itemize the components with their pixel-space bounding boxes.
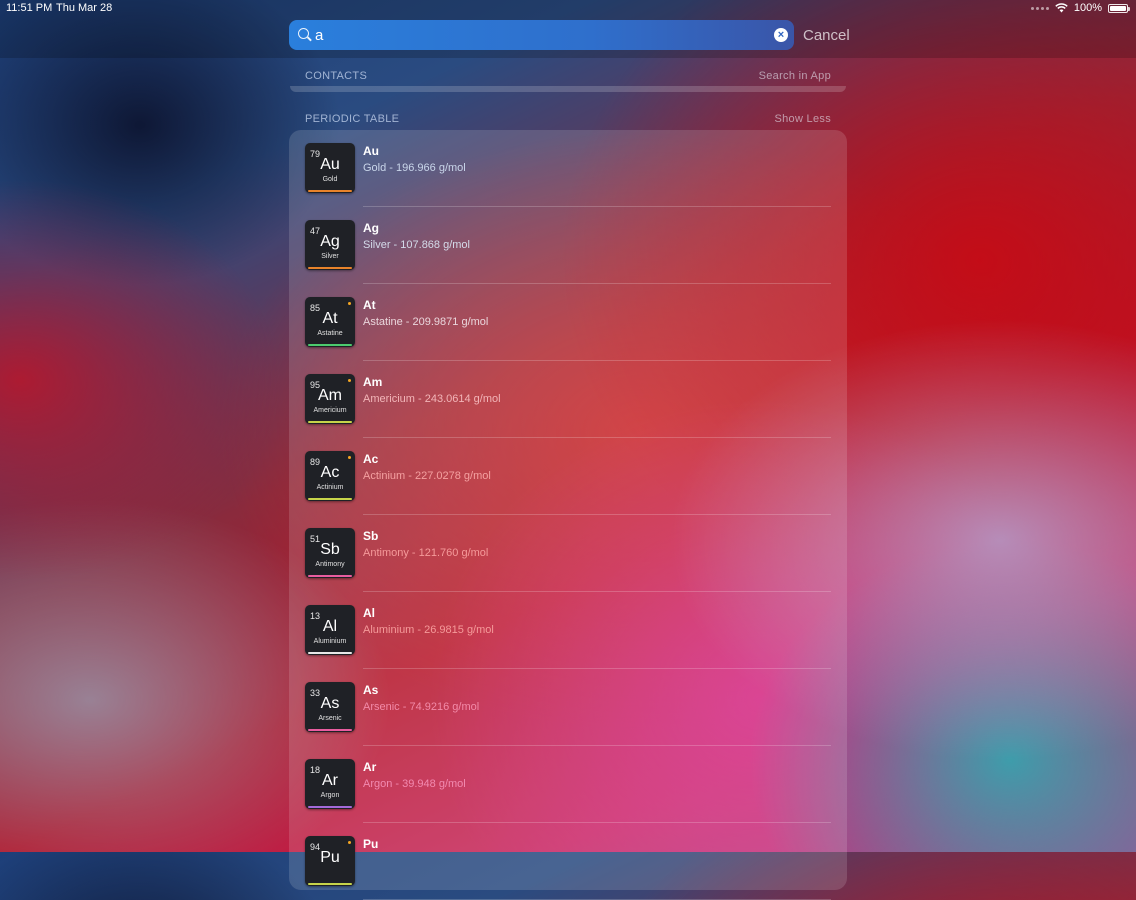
result-title: Pu [363, 837, 379, 851]
element-name: Americium [313, 407, 347, 414]
element-tile-icon: 94 Pu [305, 836, 355, 886]
periodic-table-results-card: 79 Au Gold Au Gold - 196.966 g/mol 47 Ag Silver… [289, 130, 847, 900]
contacts-section-header: CONTACTS Search in App [305, 70, 831, 82]
radioactive-indicator-icon [348, 379, 351, 382]
element-symbol: At [322, 310, 338, 327]
element-category-bar [308, 344, 352, 346]
element-tile-icon: 47 Ag Silver [305, 220, 355, 270]
search-in-app-button[interactable]: Search in App [759, 70, 831, 82]
element-category-bar [308, 190, 352, 192]
element-name: Astatine [317, 330, 343, 337]
result-row-pu[interactable]: 94 Pu Pu [305, 823, 831, 900]
element-tile-icon: 13 Al Aluminium [305, 605, 355, 655]
element-symbol: Ag [320, 233, 340, 250]
result-title: As [363, 683, 379, 697]
wifi-icon [1055, 3, 1068, 13]
element-symbol: Am [318, 387, 342, 404]
result-subtitle: Antimony - 121.760 g/mol [363, 547, 489, 559]
element-name: Argon [320, 792, 340, 799]
result-row-am[interactable]: 95 Am Americium Am Americium - 243.0614 g/mo… [305, 361, 831, 438]
show-less-button[interactable]: Show Less [774, 113, 831, 125]
result-subtitle: Gold - 196.966 g/mol [363, 162, 466, 174]
cellular-signal-icon [1030, 6, 1049, 10]
result-subtitle: Astatine - 209.9871 g/mol [363, 316, 489, 328]
element-tile-icon: 85 At Astatine [305, 297, 355, 347]
element-category-bar [308, 267, 352, 269]
result-row-at[interactable]: 85 At Astatine At Astatine - 209.9871 g/mol [305, 284, 831, 361]
element-category-bar [308, 729, 352, 731]
search-icon [298, 28, 309, 39]
result-title: Sb [363, 529, 379, 543]
element-category-bar [308, 806, 352, 808]
result-row-ac[interactable]: 89 Ac Actinium Ac Actinium - 227.0278 g/mol [305, 438, 831, 515]
status-bar: 11:51 PM Thu Mar 28 100% [0, 0, 1136, 18]
element-category-bar [308, 652, 352, 654]
result-subtitle: Silver - 107.868 g/mol [363, 239, 470, 251]
element-tile-icon: 33 As Arsenic [305, 682, 355, 732]
result-title: Al [363, 606, 375, 620]
element-symbol: Ac [320, 464, 340, 481]
periodic-table-section-title: PERIODIC TABLE [305, 113, 400, 125]
result-subtitle: Aluminium - 26.9815 g/mol [363, 624, 494, 636]
result-title: Ac [363, 452, 379, 466]
element-symbol: Au [320, 156, 340, 173]
clear-search-icon[interactable]: × [774, 28, 788, 42]
contacts-section-title: CONTACTS [305, 70, 368, 82]
periodic-table-section-header: PERIODIC TABLE Show Less [305, 113, 831, 125]
element-symbol: Al [322, 618, 338, 635]
status-indicators: 100% [1030, 2, 1130, 14]
element-name: Antimony [315, 561, 345, 568]
result-title: Ar [363, 760, 377, 774]
element-symbol: Ar [322, 772, 338, 789]
result-subtitle: Americium - 243.0614 g/mol [363, 393, 501, 405]
radioactive-indicator-icon [348, 302, 351, 305]
element-category-bar [308, 883, 352, 885]
result-title: Ag [363, 221, 379, 235]
status-time: 11:51 PM [6, 2, 53, 14]
radioactive-indicator-icon [348, 841, 351, 844]
element-name: Aluminium [313, 638, 347, 645]
element-name: Arsenic [318, 715, 342, 722]
element-category-bar [308, 421, 352, 423]
element-tile-icon: 79 Au Gold [305, 143, 355, 193]
search-input[interactable] [315, 24, 755, 46]
element-tile-icon: 89 Ac Actinium [305, 451, 355, 501]
result-title: Am [363, 375, 383, 389]
radioactive-indicator-icon [348, 456, 351, 459]
element-name: Actinium [316, 484, 344, 491]
element-name: Silver [321, 253, 339, 260]
result-row-as[interactable]: 33 As Arsenic As Arsenic - 74.9216 g/mol [305, 669, 831, 746]
cancel-button[interactable]: Cancel [803, 27, 850, 44]
result-subtitle: Arsenic - 74.9216 g/mol [363, 701, 480, 713]
result-subtitle: Actinium - 227.0278 g/mol [363, 470, 491, 482]
result-row-ag[interactable]: 47 Ag Silver Ag Silver - 107.868 g/mol [305, 207, 831, 284]
element-symbol: Sb [320, 541, 340, 558]
element-name: Gold [322, 176, 338, 183]
contacts-results-card [290, 86, 846, 92]
element-tile-icon: 18 Ar Argon [305, 759, 355, 809]
result-title: At [363, 298, 376, 312]
result-row-sb[interactable]: 51 Sb Antimony Sb Antimony - 121.760 g/mol [305, 515, 831, 592]
element-tile-icon: 95 Am Americium [305, 374, 355, 424]
element-symbol: As [320, 695, 340, 712]
status-date: Thu Mar 28 [56, 2, 113, 14]
element-tile-icon: 51 Sb Antimony [305, 528, 355, 578]
result-row-au[interactable]: 79 Au Gold Au Gold - 196.966 g/mol [305, 130, 831, 207]
element-category-bar [308, 575, 352, 577]
result-title: Au [363, 144, 379, 158]
result-row-ar[interactable]: 18 Ar Argon Ar Argon - 39.948 g/mol [305, 746, 831, 823]
battery-percentage: 100% [1073, 2, 1102, 14]
search-field[interactable]: × [289, 20, 794, 50]
battery-icon [1108, 3, 1130, 13]
result-row-al[interactable]: 13 Al Aluminium Al Aluminium - 26.9815 g/mol [305, 592, 831, 669]
result-subtitle: Argon - 39.948 g/mol [363, 778, 466, 790]
element-category-bar [308, 498, 352, 500]
